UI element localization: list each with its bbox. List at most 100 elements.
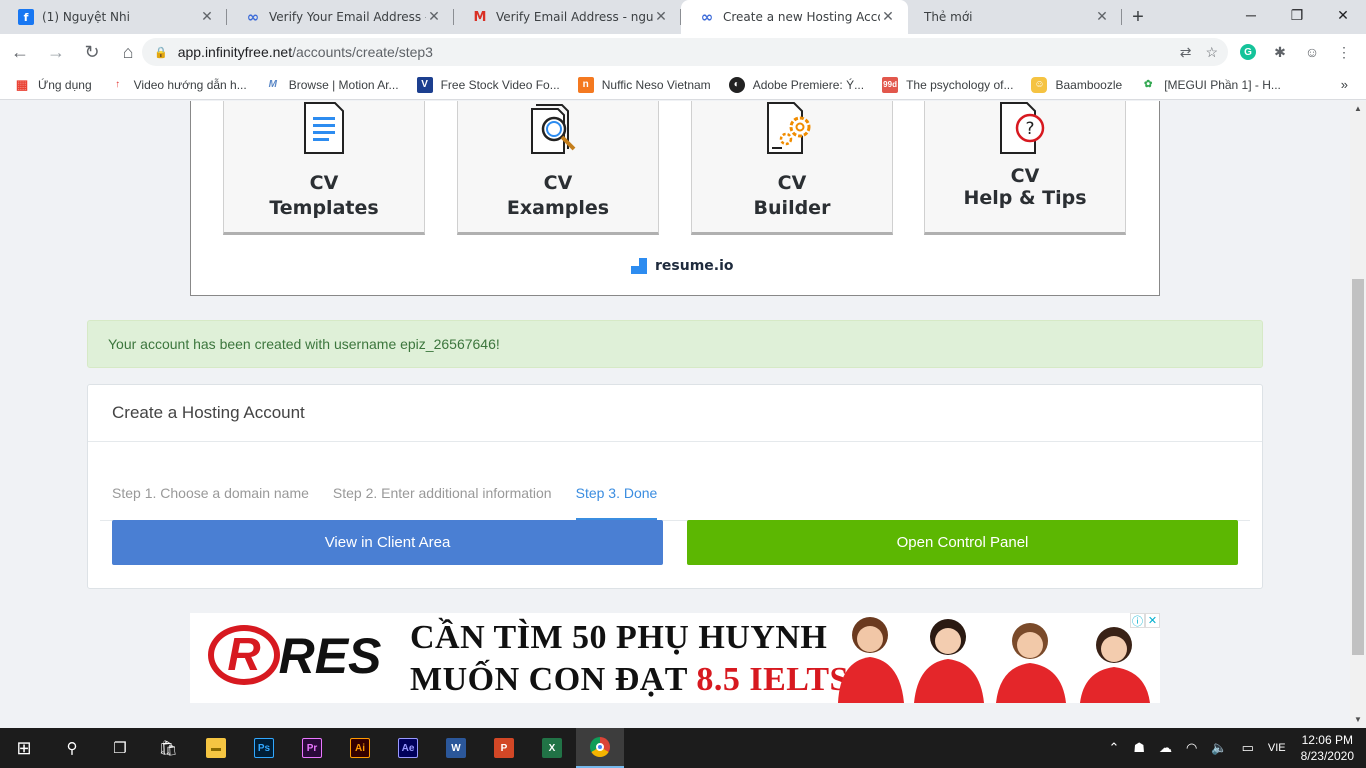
- scroll-up-icon[interactable]: ▲: [1350, 101, 1366, 117]
- forward-icon[interactable]: →: [40, 36, 72, 68]
- close-tab-icon[interactable]: ✕: [426, 9, 442, 25]
- svg-text:?: ?: [1025, 119, 1034, 139]
- videvo-icon: V: [416, 76, 433, 93]
- minimize-icon[interactable]: ─: [1228, 0, 1274, 30]
- adchoices-info-icon[interactable]: ⓘ: [1130, 613, 1145, 628]
- tab-create-hosting[interactable]: ∞ Create a new Hosting Account ✕: [681, 0, 908, 34]
- bookmark-baamboozle[interactable]: ☺ Baamboozle: [1031, 76, 1123, 93]
- volume-icon[interactable]: 🔈: [1211, 740, 1227, 756]
- banner-headline-2: MUỐN CON ĐẠT 8.5 IELTS: [410, 661, 849, 699]
- clock-time: 12:06 PM: [1301, 733, 1353, 747]
- infinityfree-icon: ∞: [700, 8, 714, 26]
- address-bar[interactable]: 🔒 app.infinityfree.net/accounts/create/s…: [142, 38, 1228, 66]
- bookmark-video-guide[interactable]: ↑ Video hướng dẫn h...: [110, 77, 247, 93]
- reload-icon[interactable]: ↻: [76, 36, 108, 68]
- tab-facebook[interactable]: f (1) Nguyệt Nhi ✕: [0, 0, 227, 34]
- ielts-ad-banner[interactable]: R RES CẦN TÌM 50 PHỤ HUYNH MUỐN CON ĐẠT …: [190, 613, 1160, 703]
- illustrator-icon[interactable]: Ai: [336, 728, 384, 768]
- card-line2: Templates: [269, 197, 379, 219]
- bookmark-label: Nuffic Neso Vietnam: [601, 77, 711, 92]
- photoshop-icon[interactable]: Ps: [240, 728, 288, 768]
- bookmark-label: The psychology of...: [906, 77, 1014, 92]
- microsoft-store-icon[interactable]: 🛍: [144, 728, 192, 768]
- bookmarks-overflow-icon[interactable]: »: [1341, 77, 1348, 92]
- tab-new[interactable]: Thẻ mới ✕: [908, 0, 1122, 34]
- menu-kebab-icon[interactable]: ⋮: [1332, 40, 1356, 64]
- tab-title: Verify Email Address - nguyenn: [496, 10, 653, 24]
- tab-gmail[interactable]: M Verify Email Address - nguyenn ✕: [454, 0, 681, 34]
- cv-help-tips-card[interactable]: ? CV Help & Tips: [924, 101, 1126, 235]
- view-client-area-button[interactable]: View in Client Area: [112, 520, 663, 565]
- profile-avatar-icon[interactable]: ☺: [1300, 40, 1324, 64]
- card-line1: CV: [309, 172, 339, 194]
- bookmark-motion-array[interactable]: M Browse | Motion Ar...: [265, 77, 399, 93]
- clock[interactable]: 12:06 PM 8/23/2020: [1301, 732, 1354, 764]
- chrome-icon[interactable]: [576, 728, 624, 768]
- input-language[interactable]: VIE: [1268, 742, 1286, 754]
- notification-icon[interactable]: ▭: [1242, 740, 1254, 756]
- search-icon[interactable]: ⚲: [48, 728, 96, 768]
- back-icon[interactable]: ←: [4, 36, 36, 68]
- bookmark-nuffic[interactable]: n Nuffic Neso Vietnam: [577, 76, 711, 93]
- bookmark-stock-video[interactable]: V Free Stock Video Fo...: [416, 76, 560, 93]
- wifi-icon[interactable]: ◠: [1186, 740, 1197, 756]
- gmail-icon: M: [473, 9, 487, 25]
- brand-label: resume.io: [655, 258, 734, 274]
- cv-builder-card[interactable]: CV Builder: [691, 101, 893, 235]
- bookmark-label: Ứng dụng: [38, 77, 92, 92]
- hosting-account-panel: Create a Hosting Account Step 1. Choose …: [87, 384, 1263, 589]
- show-hidden-icons-icon[interactable]: ⌃: [1108, 740, 1119, 756]
- new-tab-button[interactable]: +: [1122, 0, 1154, 34]
- infinityfree-icon: ∞: [246, 8, 260, 26]
- close-tab-icon[interactable]: ✕: [1094, 9, 1110, 25]
- scroll-down-icon[interactable]: ▼: [1350, 712, 1366, 728]
- bookmark-label: Baamboozle: [1055, 77, 1123, 92]
- ad-close-icon[interactable]: ✕: [1145, 613, 1160, 628]
- scrollbar-thumb[interactable]: [1352, 279, 1364, 655]
- close-tab-icon[interactable]: ✕: [653, 9, 669, 25]
- bookmark-psychology[interactable]: 99d The psychology of...: [882, 76, 1014, 93]
- home-icon[interactable]: ⌂: [112, 36, 144, 68]
- bookmark-label: Browse | Motion Ar...: [288, 77, 399, 92]
- cv-examples-card[interactable]: CV Examples: [457, 101, 659, 235]
- card-line1: CV: [543, 172, 573, 194]
- lock-icon[interactable]: 🔒: [154, 46, 168, 59]
- page-scrollbar[interactable]: ▲ ▼: [1350, 101, 1366, 728]
- powerpoint-icon[interactable]: P: [480, 728, 528, 768]
- resume-io-logo-icon: [631, 258, 647, 274]
- after-effects-icon[interactable]: Ae: [384, 728, 432, 768]
- bookmark-label: Free Stock Video Fo...: [440, 77, 560, 92]
- step-1-tab: Step 1. Choose a domain name: [112, 485, 309, 501]
- bookmark-star-icon[interactable]: ☆: [1205, 44, 1218, 61]
- cv-templates-card[interactable]: CV Templates: [223, 101, 425, 235]
- step-3-tab: Step 3. Done: [575, 485, 658, 520]
- excel-icon[interactable]: X: [528, 728, 576, 768]
- resume-ad[interactable]: CV Templates CV Examples CV Builder ? CV…: [190, 101, 1160, 296]
- grammarly-icon[interactable]: G: [1236, 40, 1260, 64]
- headline-highlight: 8.5 IELTS: [696, 661, 849, 698]
- system-tray: ⌃ ☗ ☁ ◠ 🔈 ▭ VIE 12:06 PM 8/23/2020: [1101, 728, 1366, 768]
- card-line1: CV: [777, 172, 807, 194]
- resume-io-brand[interactable]: resume.io: [631, 258, 734, 274]
- bookmark-apps[interactable]: ▦ Ứng dụng: [14, 77, 92, 93]
- people-icon[interactable]: ☗: [1133, 740, 1145, 756]
- close-tab-icon[interactable]: ✕: [199, 9, 215, 25]
- close-window-icon[interactable]: ✕: [1320, 0, 1366, 30]
- word-icon[interactable]: W: [432, 728, 480, 768]
- onedrive-cloud-icon[interactable]: ☁: [1159, 740, 1172, 756]
- bookmark-megui[interactable]: ✿ [MEGUI Phần 1] - H...: [1140, 77, 1281, 93]
- extensions-puzzle-icon[interactable]: ✱: [1268, 40, 1292, 64]
- bookmark-adobe-premiere[interactable]: ◐ Adobe Premiere: Ý...: [728, 76, 864, 93]
- url-path: /accounts/create/step3: [292, 44, 433, 60]
- close-tab-icon[interactable]: ✕: [880, 9, 896, 25]
- start-windows-icon[interactable]: ⊞: [0, 728, 48, 768]
- maximize-icon[interactable]: ❐: [1274, 0, 1320, 30]
- task-view-icon[interactable]: ❐: [96, 728, 144, 768]
- step-2-tab: Step 2. Enter additional information: [332, 485, 552, 501]
- translate-icon[interactable]: ⇄: [1180, 44, 1192, 61]
- premiere-pro-icon[interactable]: Pr: [288, 728, 336, 768]
- open-control-panel-button[interactable]: Open Control Panel: [687, 520, 1238, 565]
- tab-verify-infinityfree[interactable]: ∞ Verify Your Email Address - Infi ✕: [227, 0, 454, 34]
- panel-title: Create a Hosting Account: [88, 385, 1262, 442]
- file-explorer-icon[interactable]: ▬: [192, 728, 240, 768]
